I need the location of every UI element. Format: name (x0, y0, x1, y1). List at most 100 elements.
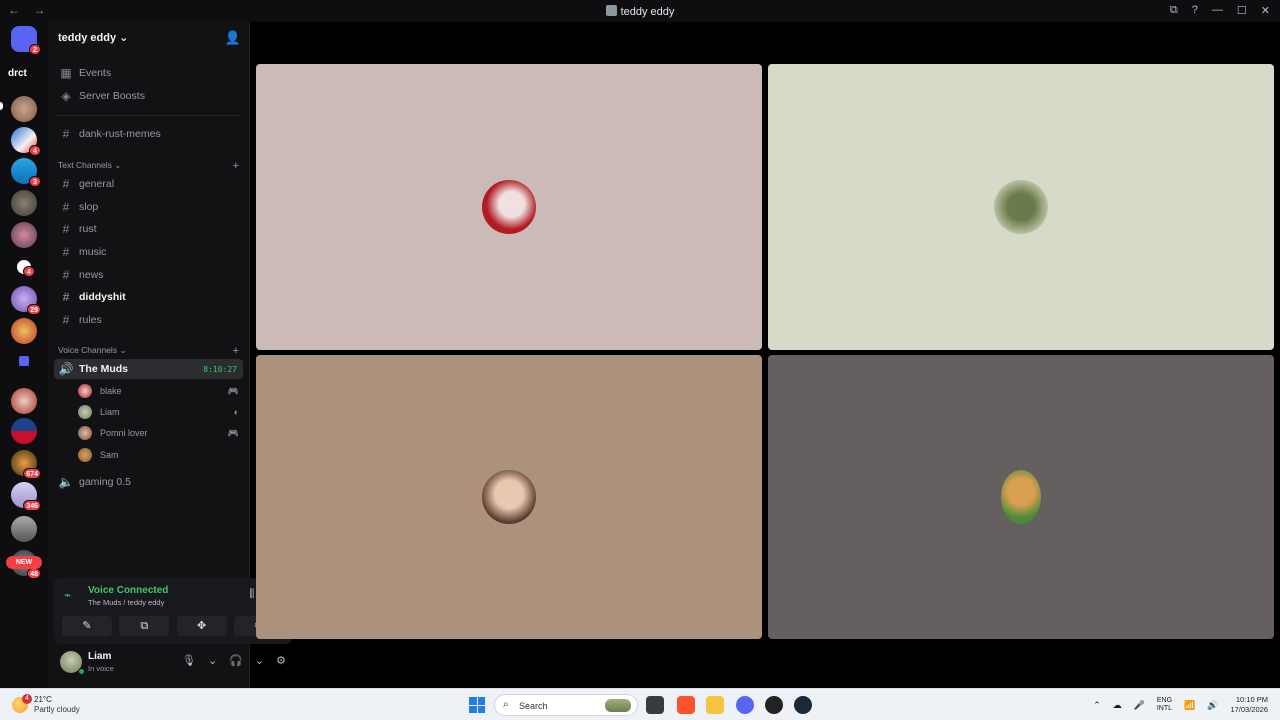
channel-general[interactable]: # general (54, 174, 243, 194)
user-controls: 🎙 ⌄ 🎧 ⌄ ⚙ (182, 654, 286, 667)
channel-rust[interactable]: # rust (54, 219, 243, 239)
voice-channel-label: gaming 0.5 (79, 476, 131, 488)
maximize-button[interactable]: ☐ (1237, 4, 1247, 17)
chevron-down-icon: ⌄ (114, 160, 122, 170)
member-name: Pomni lover (100, 428, 148, 438)
events-label: Events (79, 67, 112, 79)
settings-gear-icon[interactable]: ⚙ (276, 654, 286, 667)
voice-channel-gaming[interactable]: 🔈 gaming 0.5 (54, 472, 243, 492)
username[interactable]: Liam (88, 651, 111, 662)
participant-avatar (994, 180, 1048, 234)
weather-badge: 4 (22, 694, 32, 704)
channel-dank-rust-memes[interactable]: # dank-rust-memes (54, 124, 243, 144)
user-status: In voice (88, 664, 114, 673)
server-icon[interactable] (11, 388, 37, 414)
server-icon[interactable]: 346 (11, 482, 41, 511)
server-boosts-item[interactable]: ◈ Server Boosts (54, 86, 243, 106)
app-icon[interactable] (765, 696, 783, 714)
clock[interactable]: 10:10 PM 17/03/2026 (1230, 695, 1268, 715)
server-icon[interactable]: 4 (11, 127, 41, 156)
voice-location[interactable]: The Muds / teddy eddy (88, 598, 164, 607)
text-channels-category[interactable]: Text Channels ⌄ + (58, 160, 239, 172)
microphone-icon[interactable]: 🎤 (1134, 700, 1145, 711)
chevron-down-icon: ⌄ (119, 32, 129, 44)
channel-label: rules (79, 314, 102, 326)
voice-member[interactable]: Liam ◐ (78, 403, 239, 421)
signal-icon[interactable]: ⌁ (64, 588, 71, 602)
server-icon[interactable] (11, 96, 37, 122)
channel-news[interactable]: # news (54, 265, 243, 285)
channel-label: dank-rust-memes (79, 128, 161, 140)
chevron-down-icon[interactable]: ⌄ (208, 654, 217, 667)
server-icon[interactable] (11, 418, 37, 444)
activities-button[interactable]: ✥ (176, 616, 227, 636)
server-badge: 48 (27, 568, 41, 579)
show-hidden-icons-icon[interactable]: ⌃ (1093, 700, 1101, 711)
file-explorer-icon[interactable] (706, 696, 724, 714)
task-view-icon[interactable] (646, 696, 664, 714)
server-icon[interactable]: 29 (11, 286, 41, 315)
hash-icon: # (62, 245, 70, 259)
divider (56, 115, 241, 116)
time: 10:10 PM (1235, 695, 1268, 704)
discord-taskbar-icon[interactable] (736, 696, 754, 714)
member-name: blake (100, 386, 122, 396)
voice-member[interactable]: Pomni lover 🎮 (78, 424, 239, 442)
close-button[interactable]: ✕ (1261, 4, 1270, 17)
video-tile-pomni-lover[interactable] (256, 355, 762, 639)
create-channel-icon[interactable]: + (233, 345, 239, 357)
start-button[interactable] (469, 697, 485, 713)
channel-music[interactable]: # music (54, 242, 243, 262)
brave-browser-icon[interactable] (677, 696, 695, 714)
voice-channel-the-muds[interactable]: 🔊 The Muds 8:10:27 (54, 359, 243, 379)
screen-share-button[interactable]: ⧉ (119, 616, 170, 636)
drct-server[interactable]: drct (8, 68, 27, 79)
channel-diddyshit[interactable]: # diddyshit (54, 287, 243, 307)
voice-member[interactable]: Sam (78, 446, 239, 464)
new-servers-tag[interactable]: NEW (6, 556, 42, 569)
cloud-icon[interactable]: ☁ (1113, 700, 1122, 711)
camera-off-button[interactable]: ✎ (62, 616, 112, 636)
events-item[interactable]: ▦ Events (54, 63, 243, 83)
wifi-icon[interactable]: 📶 (1184, 700, 1195, 711)
home-unread-badge: 2 (29, 44, 41, 55)
server-name-header[interactable]: teddy eddy ⌄ (58, 31, 128, 44)
window-title-text: teddy eddy (620, 6, 675, 18)
voice-channels-category[interactable]: Voice Channels ⌄ + (58, 345, 239, 357)
help-icon[interactable]: ? (1192, 4, 1198, 17)
channel-rules[interactable]: # rules (54, 310, 243, 330)
server-icon[interactable] (11, 222, 37, 248)
voice-member[interactable]: blake 🎮 (78, 382, 239, 400)
keyboard-layout: INTL (1156, 705, 1173, 712)
steam-icon[interactable] (794, 696, 812, 714)
minimize-button[interactable]: — (1212, 4, 1223, 17)
server-icon[interactable] (11, 318, 37, 344)
user-panel: Liam In voice 🎙 ⌄ 🎧 ⌄ ⚙ (54, 648, 292, 680)
voice-status[interactable]: Voice Connected (88, 585, 168, 596)
inbox-icon[interactable]: ⧉ (1170, 4, 1178, 17)
server-icon[interactable] (11, 190, 37, 216)
volume-icon[interactable]: 🔊 (1207, 700, 1218, 711)
input-language[interactable]: ENG INTL (1157, 697, 1172, 713)
weather-widget[interactable]: 4 21°C Partly cloudy (10, 694, 100, 716)
folder-icon[interactable] (19, 356, 29, 366)
server-badge: 346 (23, 500, 41, 511)
server-icon[interactable]: 3 (11, 158, 41, 187)
server-icon[interactable]: 674 (11, 450, 41, 479)
chevron-down-icon[interactable]: ⌄ (255, 654, 264, 667)
video-tile-blake[interactable] (256, 64, 762, 350)
server-badge: 4 (23, 266, 35, 277)
video-tile-liam[interactable] (768, 64, 1274, 350)
taskbar-search[interactable]: ⌕ Search (494, 694, 638, 716)
create-channel-icon[interactable]: + (233, 160, 239, 172)
noise-suppression-icon[interactable]: ⫼ (249, 588, 254, 601)
home-button[interactable]: 2 (11, 26, 41, 55)
channel-slop[interactable]: # slop (54, 197, 243, 217)
unread-indicator (0, 102, 3, 110)
server-icon[interactable] (11, 516, 37, 542)
server-icon[interactable]: 4 (11, 254, 37, 280)
invite-people-icon[interactable]: 👤 (225, 30, 241, 46)
headphones-icon[interactable]: 🎧 (229, 654, 243, 667)
microphone-icon[interactable]: 🎙 (182, 654, 196, 667)
video-tile-sam[interactable] (768, 355, 1274, 639)
